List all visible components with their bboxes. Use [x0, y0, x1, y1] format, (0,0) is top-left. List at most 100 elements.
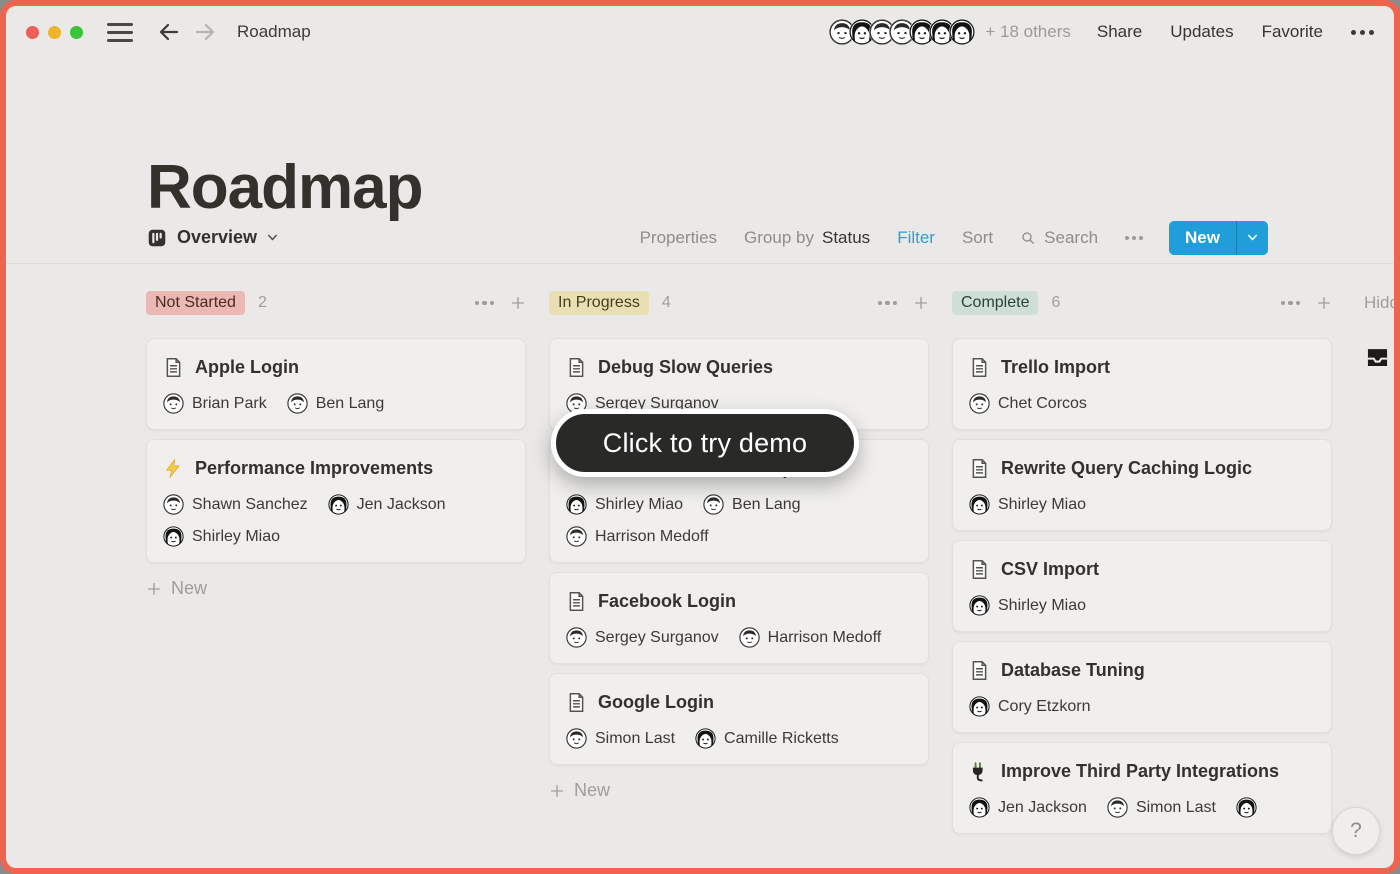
try-demo-button[interactable]: Click to try demo: [551, 409, 859, 477]
card-title: CSV Import: [1001, 556, 1099, 582]
assignee-name: Camille Ricketts: [724, 730, 839, 748]
avatar: [1236, 797, 1257, 818]
assignee-name: Shawn Sanchez: [192, 496, 308, 514]
close-window-button[interactable]: [26, 26, 39, 39]
column-add-icon[interactable]: [510, 295, 526, 311]
plus-icon: [549, 783, 565, 799]
new-dropdown-chevron-icon[interactable]: [1237, 221, 1268, 255]
assignee-chip: Jen Jackson: [328, 494, 446, 515]
back-button[interactable]: [157, 20, 181, 44]
assignee-chip: Shirley Miao: [566, 494, 683, 515]
collaborator-avatars[interactable]: [829, 19, 975, 45]
avatar: [969, 393, 990, 414]
assignee-name: Shirley Miao: [998, 597, 1086, 615]
share-button[interactable]: Share: [1097, 22, 1142, 42]
card[interactable]: Database Tuning Cory Etzkorn: [952, 641, 1332, 733]
toolbar-more-icon[interactable]: [1125, 236, 1143, 240]
add-card-label: New: [574, 780, 610, 801]
kanban-board: Not Started 2 Apple Login Brian Park: [146, 288, 1332, 843]
assignee-chip: Ben Lang: [703, 494, 801, 515]
assignee-chip: Camille Ricketts: [695, 728, 839, 749]
assignee-name: Cory Etzkorn: [998, 698, 1090, 716]
assignee-name: Brian Park: [192, 395, 267, 413]
card[interactable]: Performance Improvements Shawn Sanchez J…: [146, 439, 526, 563]
chevron-down-icon: [266, 231, 279, 244]
card[interactable]: CSV Import Shirley Miao: [952, 540, 1332, 632]
inbox-icon: [1364, 344, 1391, 371]
column-more-icon[interactable]: [878, 301, 898, 306]
column-not-started: Not Started 2 Apple Login Brian Park: [146, 288, 526, 843]
assignee-name: Harrison Medoff: [768, 629, 882, 647]
column-more-icon[interactable]: [475, 301, 495, 306]
updates-button[interactable]: Updates: [1170, 22, 1233, 42]
add-card-button[interactable]: New: [146, 578, 526, 599]
breadcrumb[interactable]: Roadmap: [237, 22, 311, 42]
assignee-chip: Shawn Sanchez: [163, 494, 308, 515]
search-icon: [1020, 230, 1036, 246]
zoom-window-button[interactable]: [70, 26, 83, 39]
avatar: [566, 494, 587, 515]
lightning-icon: [163, 458, 184, 479]
group-by-value: Status: [822, 228, 870, 248]
minimize-window-button[interactable]: [48, 26, 61, 39]
card[interactable]: Improve Third Party Integrations Jen Jac…: [952, 742, 1332, 834]
view-switcher[interactable]: Overview: [146, 227, 279, 249]
column-add-icon[interactable]: [1316, 295, 1332, 311]
plug-icon: [969, 761, 990, 782]
forward-button[interactable]: [193, 20, 217, 44]
card[interactable]: Google Login Simon Last Camille Ricketts: [549, 673, 929, 765]
assignee-name: Harrison Medoff: [595, 528, 709, 546]
column-add-icon[interactable]: [913, 295, 929, 311]
document-icon: [969, 357, 990, 378]
avatar: [566, 728, 587, 749]
assignee-chip: Simon Last: [566, 728, 675, 749]
card-count: 2: [258, 294, 267, 312]
others-count-label: + 18 others: [985, 22, 1071, 42]
menu-icon[interactable]: [107, 23, 133, 42]
search-button[interactable]: Search: [1020, 228, 1098, 248]
hidden-group-row[interactable]: N: [1364, 344, 1400, 371]
assignee-name: Chet Corcos: [998, 395, 1087, 413]
app-window: Roadmap + 18 others Share Updates Favori…: [0, 0, 1400, 874]
card-title: Database Tuning: [1001, 657, 1145, 683]
avatar: [969, 494, 990, 515]
new-button-label: New: [1169, 221, 1236, 255]
assignee-name: Jen Jackson: [357, 496, 446, 514]
assignee-name: Shirley Miao: [998, 496, 1086, 514]
card[interactable]: Apple Login Brian Park Ben Lang: [146, 338, 526, 430]
assignee-chip: Shirley Miao: [163, 526, 280, 547]
board-view-icon: [146, 227, 168, 249]
favorite-button[interactable]: Favorite: [1262, 22, 1323, 42]
assignee-chip: Sergey Surganov: [566, 627, 719, 648]
filter-button[interactable]: Filter: [897, 228, 935, 248]
card-title: Apple Login: [195, 354, 299, 380]
avatar: [969, 595, 990, 616]
column-header: In Progress 4: [549, 288, 929, 318]
card-title: Trello Import: [1001, 354, 1110, 380]
sort-button[interactable]: Sort: [962, 228, 993, 248]
card[interactable]: Rewrite Query Caching Logic Shirley Miao: [952, 439, 1332, 531]
new-button[interactable]: New: [1169, 221, 1268, 255]
card[interactable]: Trello Import Chet Corcos: [952, 338, 1332, 430]
avatar: [287, 393, 308, 414]
document-icon: [969, 458, 990, 479]
group-by-button[interactable]: Group by Status: [744, 228, 870, 248]
avatar: [163, 494, 184, 515]
assignee-name: Shirley Miao: [192, 528, 280, 546]
status-badge: In Progress: [549, 291, 649, 315]
avatar: [566, 627, 587, 648]
avatar: [949, 19, 975, 45]
add-card-button[interactable]: New: [549, 780, 929, 801]
view-name: Overview: [177, 227, 257, 248]
document-icon: [969, 559, 990, 580]
more-options-icon[interactable]: [1351, 30, 1374, 35]
document-icon: [566, 591, 587, 612]
hidden-groups-label[interactable]: Hidd: [1364, 288, 1400, 318]
status-badge: Complete: [952, 291, 1038, 315]
card[interactable]: Facebook Login Sergey Surganov Harrison …: [549, 572, 929, 664]
avatar: [566, 526, 587, 547]
column-more-icon[interactable]: [1281, 301, 1301, 306]
card-title: Improve Third Party Integrations: [1001, 758, 1279, 784]
properties-button[interactable]: Properties: [640, 228, 717, 248]
help-button[interactable]: ?: [1332, 807, 1380, 855]
